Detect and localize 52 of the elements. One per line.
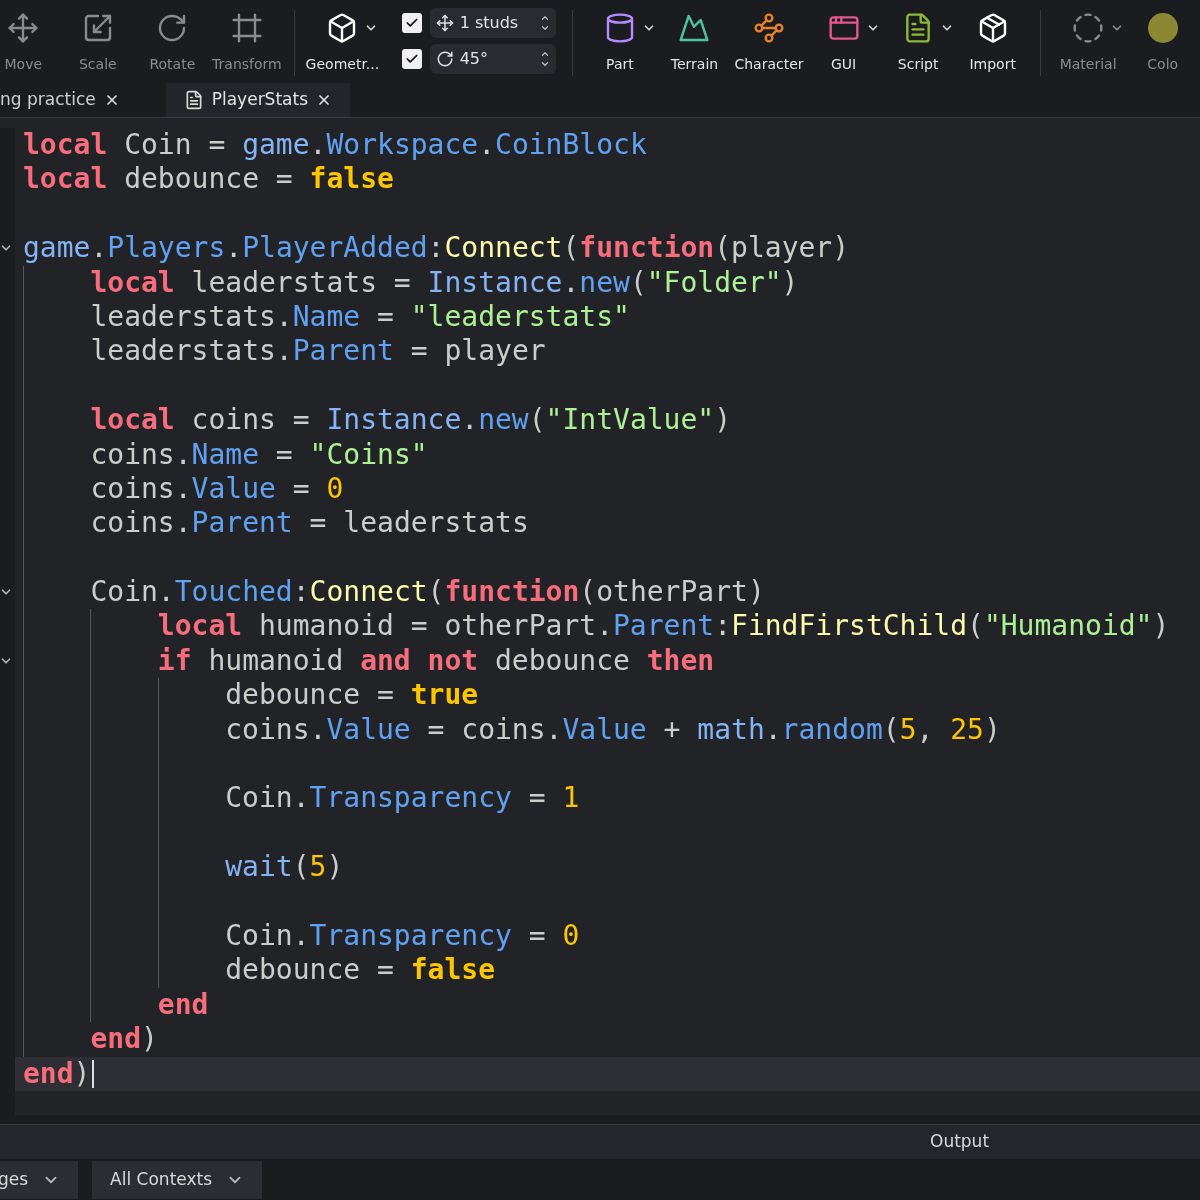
- snap-checkbox[interactable]: [401, 13, 422, 33]
- code-line: local Coin = game.Workspace.CoinBlock: [23, 128, 647, 163]
- code-line: local leaderstats = Instance.new("Folder"): [90, 265, 799, 300]
- checkmark-icon: [404, 52, 419, 66]
- tool-button[interactable]: Import: [969, 54, 1016, 75]
- snap-checkbox[interactable]: [401, 49, 422, 69]
- code-line: if humanoid and not debounce then: [157, 643, 715, 679]
- editor-tab[interactable]: ng practice: [0, 83, 138, 117]
- snap-value: 45°: [459, 48, 490, 70]
- tool-button[interactable]: Geometr...: [305, 54, 380, 75]
- stepper-icon[interactable]: [539, 49, 550, 69]
- code-line: Coin.Transparency = 1: [225, 781, 580, 816]
- snap-value: 1 studs: [459, 12, 520, 34]
- code-editor[interactable]: [0, 118, 1200, 1115]
- code-line: leaderstats.Name = "leaderstats": [90, 299, 630, 335]
- tool-button[interactable]: GUI: [830, 54, 857, 75]
- filter-dropdown[interactable]: All Contexts: [92, 1160, 263, 1199]
- code-line: coins.Name = "Coins": [90, 437, 428, 472]
- stepper-icon[interactable]: [539, 13, 550, 33]
- code-line: end: [157, 987, 209, 1023]
- code-line: Coin.Touched:Connect(function(otherPart): [90, 575, 765, 610]
- nodes-icon: [753, 12, 785, 44]
- editor-tab[interactable]: PlayerStats: [165, 83, 351, 117]
- code-line: debounce = true: [225, 678, 479, 713]
- code-line: coins.Value = coins.Value + math.random(5, 25): [225, 712, 1001, 748]
- code-line: end): [23, 1056, 91, 1091]
- snap-field[interactable]: 1 studs: [429, 8, 556, 38]
- code-line: local humanoid = otherPart.Parent:FindFirstChild("Humanoid"): [157, 609, 1170, 644]
- frame-icon: [230, 12, 263, 44]
- tool-button[interactable]: Character: [734, 54, 804, 75]
- code-line: game.Players.PlayerAdded:Connect(function(player): [23, 231, 850, 266]
- code-line: end): [90, 1022, 158, 1057]
- rotate-icon: [435, 50, 454, 68]
- snap-field[interactable]: 45°: [429, 44, 556, 74]
- checkmark-icon: [404, 16, 419, 30]
- text-cursor: [92, 1059, 95, 1088]
- move-icon: [7, 12, 40, 44]
- tool-button[interactable]: Part: [606, 54, 634, 75]
- code-line: local debounce = false: [23, 162, 394, 197]
- code-line: leaderstats.Parent = player: [90, 334, 546, 369]
- sphere-icon: [1072, 12, 1105, 44]
- tool-button[interactable]: Terrain: [670, 54, 719, 75]
- panel-title: Output: [930, 1130, 990, 1154]
- code-line: Coin.Transparency = 0: [225, 919, 580, 954]
- code-line: local coins = Instance.new("IntValue"): [90, 403, 732, 438]
- mountain-icon: [678, 12, 711, 44]
- code-line: debounce = false: [225, 953, 495, 988]
- move-icon: [435, 14, 454, 32]
- code-line: coins.Value = 0: [90, 471, 344, 507]
- code-line: wait(5): [225, 850, 344, 885]
- tool-button[interactable]: Script: [897, 54, 939, 75]
- code-line: coins.Parent = leaderstats: [90, 506, 529, 541]
